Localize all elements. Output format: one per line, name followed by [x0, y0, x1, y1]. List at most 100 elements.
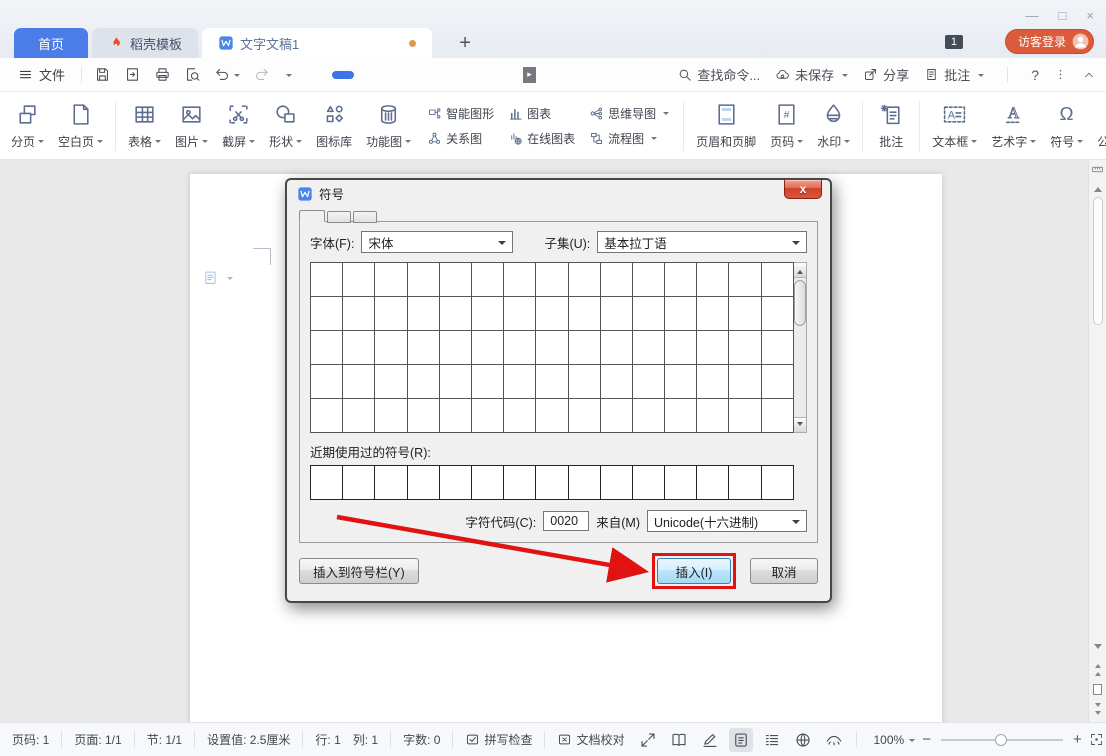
symbol-cell[interactable]: [311, 263, 343, 297]
guest-login-button[interactable]: 访客登录: [1005, 29, 1094, 54]
symbol-cell[interactable]: [343, 331, 375, 365]
symbol-cell[interactable]: [762, 297, 794, 331]
menu-tab[interactable]: [308, 71, 330, 79]
symbol-cell[interactable]: [665, 331, 697, 365]
symbol-cell[interactable]: [408, 365, 440, 399]
symbol-cell[interactable]: [472, 297, 504, 331]
status-item[interactable]: 页面: 1/1: [74, 731, 134, 748]
next-page-button[interactable]: [1095, 703, 1101, 718]
ribbon-button[interactable]: # 页码: [763, 102, 810, 150]
window-tab[interactable]: 稻壳模板: [92, 28, 198, 58]
symbol-cell[interactable]: [665, 297, 697, 331]
symbol-cell[interactable]: [601, 297, 633, 331]
symbol-cell[interactable]: [536, 331, 568, 365]
file-menu-button[interactable]: 文件: [18, 65, 65, 84]
ribbon-button[interactable]: 水印: [810, 102, 857, 150]
recent-symbol-cell[interactable]: [408, 466, 440, 500]
symbol-cell[interactable]: [697, 297, 729, 331]
ribbon-small-button[interactable]: 思维导图: [582, 101, 676, 126]
insert-to-symbol-bar-button[interactable]: 插入到符号栏(Y): [299, 558, 419, 584]
ribbon-small-button[interactable]: 在线图表: [501, 126, 582, 151]
symbol-cell[interactable]: [343, 297, 375, 331]
symbol-cell[interactable]: [665, 365, 697, 399]
dialog-title-bar[interactable]: 符号 x: [287, 180, 830, 207]
symbol-cell[interactable]: [665, 263, 697, 297]
dialog-tab[interactable]: [299, 210, 325, 222]
symbol-cell[interactable]: [408, 399, 440, 433]
recent-symbol-cell[interactable]: [504, 466, 536, 500]
symbol-cell[interactable]: [633, 365, 665, 399]
symbol-cell[interactable]: [697, 399, 729, 433]
ribbon-button[interactable]: 空白页: [51, 102, 110, 150]
recent-symbol-cell[interactable]: [343, 466, 375, 500]
recent-symbol-cell[interactable]: [601, 466, 633, 500]
status-item[interactable]: 节: 1/1: [147, 731, 195, 748]
ribbon-button[interactable]: 表格: [121, 102, 168, 150]
tab-count-badge[interactable]: 1: [945, 35, 963, 49]
vertical-scrollbar[interactable]: [1088, 160, 1106, 722]
symbol-cell[interactable]: [633, 297, 665, 331]
recent-symbol-cell[interactable]: [440, 466, 472, 500]
dialog-close-button[interactable]: x: [784, 180, 822, 199]
ribbon-button[interactable]: 分页: [4, 102, 51, 150]
scrollbar-thumb[interactable]: [1093, 197, 1103, 325]
undo-button[interactable]: [214, 66, 240, 83]
symbol-cell[interactable]: [665, 399, 697, 433]
symbol-cell[interactable]: [762, 365, 794, 399]
grid-scroll-down[interactable]: [794, 417, 806, 432]
symbol-cell[interactable]: [311, 297, 343, 331]
symbol-cell[interactable]: [601, 331, 633, 365]
view-mode-button[interactable]: [791, 728, 815, 752]
recent-symbol-cell[interactable]: [375, 466, 407, 500]
font-select[interactable]: 宋体: [361, 231, 513, 253]
menu-tab[interactable]: [500, 71, 522, 79]
share-button[interactable]: 分享: [863, 65, 909, 84]
symbol-cell[interactable]: [536, 297, 568, 331]
kebab-menu-icon[interactable]: [1054, 67, 1067, 82]
recent-symbol-cell[interactable]: [697, 466, 729, 500]
symbol-cell[interactable]: [343, 263, 375, 297]
symbol-cell[interactable]: [440, 399, 472, 433]
symbol-cell[interactable]: [311, 399, 343, 433]
ruler-toggle-icon[interactable]: [1091, 163, 1104, 176]
new-tab-button[interactable]: +: [448, 28, 482, 58]
symbol-cell[interactable]: [472, 399, 504, 433]
symbol-cell[interactable]: [633, 263, 665, 297]
recent-symbol-cell[interactable]: [311, 466, 343, 500]
ribbon-small-button[interactable]: 智能图形: [420, 101, 501, 126]
symbol-cell[interactable]: [536, 365, 568, 399]
save-status[interactable]: 未保存: [775, 65, 848, 84]
symbol-cell[interactable]: [311, 365, 343, 399]
menu-tab[interactable]: [356, 71, 378, 79]
symbol-cell[interactable]: [729, 331, 761, 365]
view-mode-button[interactable]: [636, 728, 660, 752]
grid-scroll-thumb[interactable]: [794, 280, 806, 326]
view-mode-button[interactable]: [698, 728, 722, 752]
ribbon-button[interactable]: 页眉和页脚: [689, 102, 763, 150]
view-mode-button[interactable]: [729, 728, 753, 752]
close-button[interactable]: ×: [1086, 8, 1094, 23]
print-icon[interactable]: [154, 66, 171, 83]
symbol-cell[interactable]: [569, 297, 601, 331]
zoom-slider-knob[interactable]: [995, 734, 1007, 746]
status-item[interactable]: 行: 1: [315, 731, 340, 748]
ribbon-button[interactable]: A 文本框: [925, 102, 984, 150]
symbol-cell[interactable]: [633, 399, 665, 433]
recent-symbol-cell[interactable]: [762, 466, 794, 500]
menu-tab[interactable]: [380, 71, 402, 79]
symbol-cell[interactable]: [472, 263, 504, 297]
ribbon-button[interactable]: π 公式: [1090, 102, 1106, 150]
symbol-cell[interactable]: [408, 263, 440, 297]
symbol-cell[interactable]: [729, 399, 761, 433]
help-button[interactable]: ?: [1031, 67, 1039, 83]
ribbon-button[interactable]: 形状: [262, 102, 309, 150]
ribbon-button[interactable]: 批注: [868, 102, 914, 150]
save-icon[interactable]: [94, 66, 111, 83]
view-mode-button[interactable]: [667, 728, 691, 752]
symbol-cell[interactable]: [440, 297, 472, 331]
dialog-tab[interactable]: [353, 211, 377, 223]
symbol-cell[interactable]: [601, 263, 633, 297]
symbol-cell[interactable]: [375, 263, 407, 297]
status-item[interactable]: 设置值: 2.5厘米: [207, 731, 303, 748]
symbol-grid-scrollbar[interactable]: [794, 262, 807, 433]
